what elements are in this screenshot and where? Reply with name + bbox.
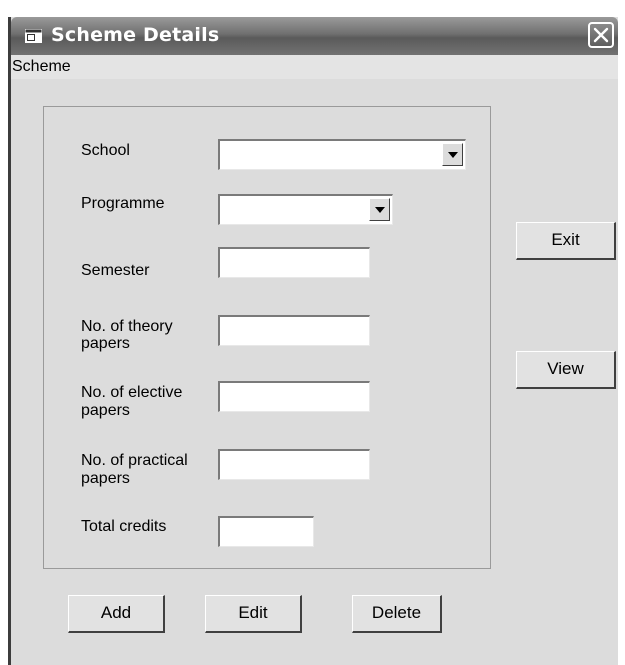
programme-dropdown-button[interactable]	[369, 198, 390, 221]
edit-button[interactable]: Edit	[205, 595, 302, 633]
title-bar[interactable]: Scheme Details	[11, 17, 618, 55]
window-title: Scheme Details	[51, 24, 220, 46]
practical-papers-label-line2: papers	[81, 470, 130, 487]
exit-button[interactable]: Exit	[516, 222, 616, 260]
semester-field[interactable]	[218, 247, 370, 278]
elective-papers-label-line2: papers	[81, 402, 130, 419]
elective-papers-label-line1: No. of elective	[81, 384, 183, 401]
total-credits-field[interactable]	[218, 516, 314, 547]
programme-label: Programme	[81, 195, 165, 212]
delete-button[interactable]: Delete	[352, 595, 442, 633]
school-combobox[interactable]	[218, 139, 466, 170]
semester-label: Semester	[81, 262, 150, 279]
practical-papers-field[interactable]	[218, 449, 370, 480]
theory-papers-label-line1: No. of theory	[81, 318, 173, 335]
view-button[interactable]: View	[516, 351, 616, 389]
programme-combobox[interactable]	[218, 194, 393, 225]
elective-papers-field[interactable]	[218, 381, 370, 412]
close-button[interactable]	[588, 22, 614, 48]
practical-papers-label-line1: No. of practical	[81, 452, 188, 469]
menu-item-scheme[interactable]: Scheme	[12, 58, 71, 76]
theory-papers-label-line2: papers	[81, 335, 130, 352]
add-button[interactable]: Add	[68, 595, 165, 633]
school-dropdown-button[interactable]	[442, 143, 463, 166]
menu-bar: Scheme	[11, 55, 618, 79]
scheme-details-window: Scheme Details Scheme School Programme S…	[8, 17, 618, 665]
school-label: School	[81, 142, 130, 159]
total-credits-label: Total credits	[81, 518, 167, 535]
theory-papers-field[interactable]	[218, 315, 370, 346]
window-app-icon	[25, 29, 42, 43]
